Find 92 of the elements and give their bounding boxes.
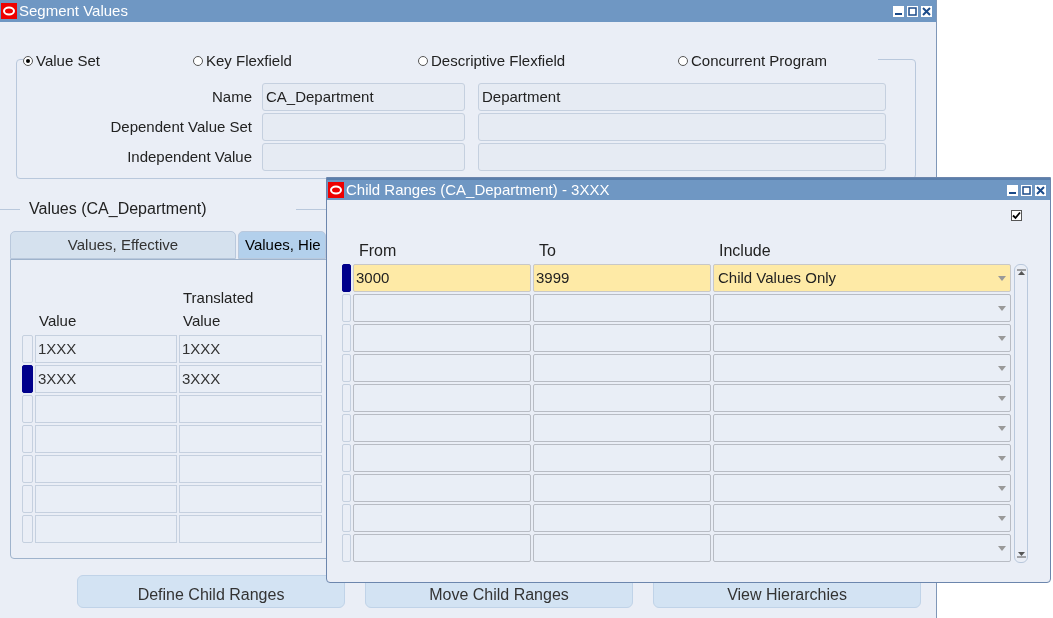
table-cell[interactable] bbox=[533, 474, 711, 502]
text-field[interactable] bbox=[478, 143, 886, 171]
table-cell[interactable] bbox=[179, 485, 322, 513]
minimize-icon[interactable] bbox=[1007, 184, 1018, 196]
column-header: To bbox=[538, 241, 557, 261]
table-cell[interactable] bbox=[35, 395, 177, 423]
table-cell[interactable]: 1XXX bbox=[35, 335, 177, 363]
tab[interactable]: Values, Effective bbox=[10, 231, 236, 259]
field-label: Name bbox=[211, 86, 253, 107]
dropdown[interactable] bbox=[713, 534, 1011, 562]
checkbox[interactable] bbox=[1011, 210, 1022, 221]
column-header: Value bbox=[38, 311, 78, 331]
table-cell[interactable] bbox=[35, 515, 177, 543]
table-cell[interactable]: 3XXX bbox=[35, 365, 177, 393]
column-header: Include bbox=[718, 241, 772, 261]
caret-icon[interactable] bbox=[998, 455, 1006, 461]
table-cell[interactable] bbox=[179, 455, 322, 483]
table-cell[interactable] bbox=[353, 474, 531, 502]
dropdown[interactable] bbox=[713, 324, 1011, 352]
dropdown[interactable] bbox=[713, 294, 1011, 322]
table-cell[interactable] bbox=[35, 485, 177, 513]
caret-icon[interactable] bbox=[998, 335, 1006, 341]
row-indicator[interactable] bbox=[342, 264, 351, 292]
caret-icon[interactable] bbox=[998, 305, 1006, 311]
close-icon[interactable] bbox=[921, 5, 932, 17]
table-cell[interactable] bbox=[533, 444, 711, 472]
column-header: Translated Value bbox=[182, 288, 255, 331]
caret-icon[interactable] bbox=[998, 485, 1006, 491]
maximize-icon[interactable] bbox=[907, 5, 918, 17]
scroll-down-icon[interactable] bbox=[1016, 551, 1026, 559]
scroll-up-icon[interactable] bbox=[1016, 268, 1026, 276]
row-indicator[interactable] bbox=[22, 365, 33, 393]
table-cell[interactable] bbox=[533, 384, 711, 412]
dropdown[interactable]: Child Values Only bbox=[713, 264, 1011, 292]
app-logo-icon bbox=[328, 182, 344, 198]
radio-button[interactable] bbox=[678, 56, 688, 67]
caret-icon[interactable] bbox=[998, 275, 1006, 281]
caret-icon[interactable] bbox=[998, 425, 1006, 431]
dropdown[interactable] bbox=[713, 414, 1011, 442]
tab[interactable]: Values, Hie bbox=[238, 231, 326, 259]
window-title: Child Ranges (CA_Department) - 3XXX bbox=[346, 179, 610, 200]
dropdown[interactable] bbox=[713, 504, 1011, 532]
field-label: Independent Value bbox=[126, 146, 253, 167]
radio-button[interactable] bbox=[193, 56, 203, 67]
table-cell[interactable] bbox=[353, 504, 531, 532]
column-header: From bbox=[358, 241, 398, 261]
table-cell[interactable] bbox=[353, 294, 531, 322]
radio-button[interactable] bbox=[23, 56, 33, 67]
minimize-icon[interactable] bbox=[893, 5, 904, 17]
close-icon[interactable] bbox=[1035, 184, 1046, 196]
text-field[interactable] bbox=[262, 143, 465, 171]
table-cell[interactable] bbox=[353, 534, 531, 562]
section-title: Values (CA_Department) bbox=[28, 199, 208, 219]
table-cell[interactable] bbox=[353, 414, 531, 442]
table-cell[interactable]: 3000 bbox=[353, 264, 531, 292]
table-cell[interactable] bbox=[35, 455, 177, 483]
dropdown[interactable] bbox=[713, 444, 1011, 472]
table-cell[interactable] bbox=[533, 324, 711, 352]
window-title: Segment Values bbox=[19, 0, 128, 21]
radio-button[interactable] bbox=[418, 56, 428, 67]
table-cell[interactable] bbox=[533, 534, 711, 562]
table-cell[interactable]: 3999 bbox=[533, 264, 711, 292]
dropdown[interactable] bbox=[713, 474, 1011, 502]
table-cell[interactable] bbox=[353, 384, 531, 412]
table-cell[interactable] bbox=[353, 444, 531, 472]
table-cell[interactable] bbox=[533, 414, 711, 442]
table-cell[interactable]: 3XXX bbox=[179, 365, 322, 393]
table-cell[interactable] bbox=[533, 354, 711, 382]
text-field[interactable] bbox=[262, 113, 465, 141]
dropdown[interactable] bbox=[713, 354, 1011, 382]
caret-icon[interactable] bbox=[998, 395, 1006, 401]
scrollbar[interactable] bbox=[1014, 264, 1028, 563]
table-cell[interactable]: 1XXX bbox=[179, 335, 322, 363]
dropdown[interactable] bbox=[713, 384, 1011, 412]
text-field[interactable]: CA_Department bbox=[262, 83, 465, 111]
text-field[interactable]: Department bbox=[478, 83, 886, 111]
table-cell[interactable] bbox=[353, 354, 531, 382]
app-logo-icon bbox=[1, 3, 17, 19]
caret-icon[interactable] bbox=[998, 515, 1006, 521]
button[interactable]: Define Child Ranges bbox=[77, 575, 345, 608]
caret-icon[interactable] bbox=[998, 545, 1006, 551]
table-cell[interactable] bbox=[533, 504, 711, 532]
table-cell[interactable] bbox=[179, 395, 322, 423]
table-cell[interactable] bbox=[533, 294, 711, 322]
table-cell[interactable] bbox=[35, 425, 177, 453]
maximize-icon[interactable] bbox=[1021, 184, 1032, 196]
table-cell[interactable] bbox=[353, 324, 531, 352]
table-cell[interactable] bbox=[179, 515, 322, 543]
caret-icon[interactable] bbox=[998, 365, 1006, 371]
field-label: Dependent Value Set bbox=[109, 116, 253, 137]
table-cell[interactable] bbox=[179, 425, 322, 453]
text-field[interactable] bbox=[478, 113, 886, 141]
